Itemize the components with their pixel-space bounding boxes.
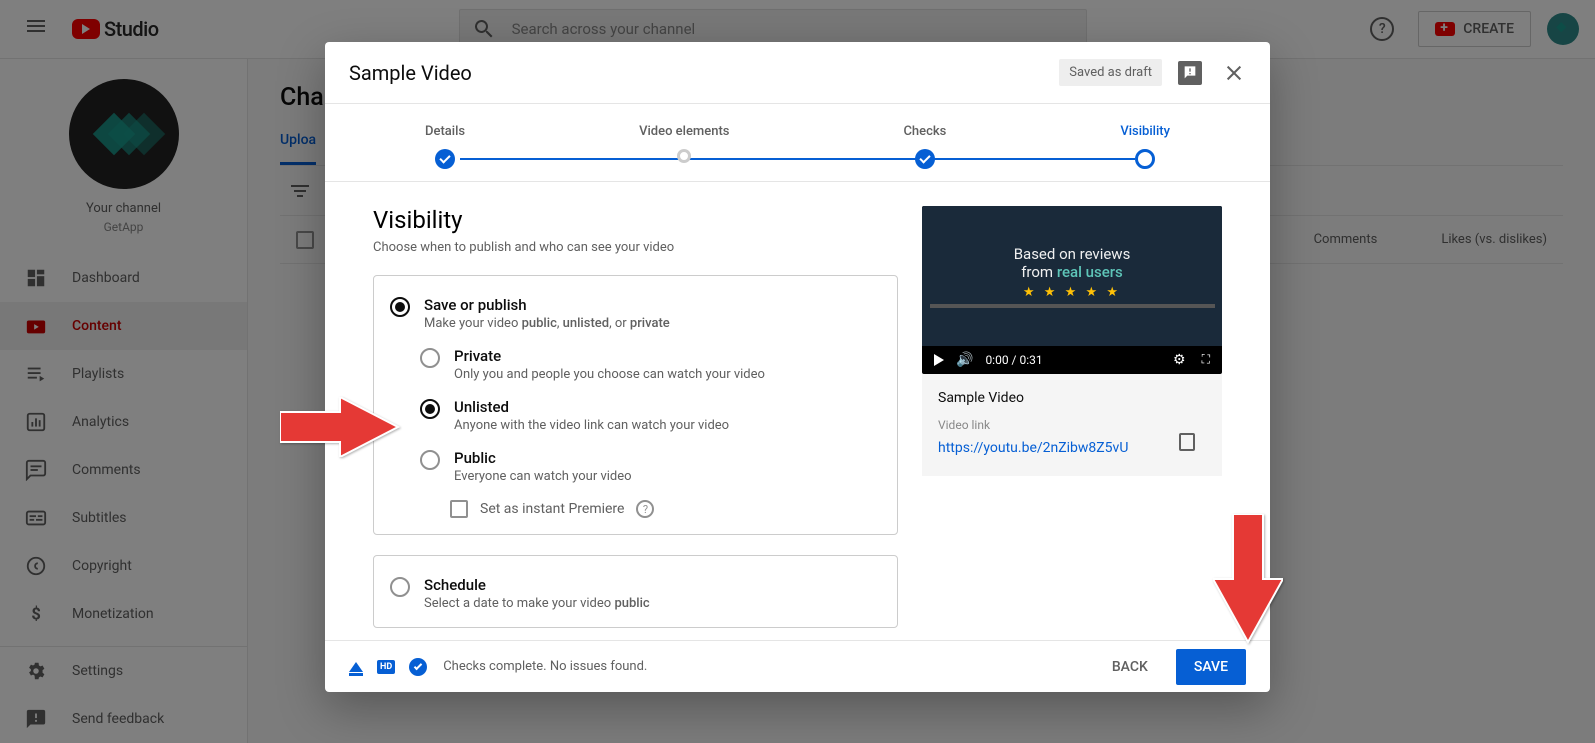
option-label: Private	[454, 347, 765, 365]
option-description: Anyone with the video link can watch you…	[454, 418, 729, 433]
play-icon[interactable]	[934, 354, 944, 366]
radio-icon	[390, 297, 410, 317]
private-option[interactable]: Private Only you and people you choose c…	[420, 347, 881, 382]
thumb-text: from real users	[1021, 263, 1123, 281]
help-icon[interactable]: ?	[636, 500, 654, 518]
gear-icon[interactable]: ⚙	[1173, 352, 1186, 368]
video-link[interactable]: https://youtu.be/2nZibw8Z5vU	[938, 440, 1128, 456]
save-publish-option[interactable]: Save or publish Make your video public, …	[390, 296, 881, 331]
copy-link-button[interactable]	[1182, 436, 1206, 460]
upload-modal: Sample Video Saved as draft Details Vide…	[325, 42, 1270, 692]
feedback-button[interactable]	[1178, 61, 1202, 85]
step-details[interactable]: Details	[425, 124, 465, 169]
step-dot-icon	[677, 149, 691, 163]
option-description: Select a date to make your video public	[424, 596, 650, 611]
draft-status-badge: Saved as draft	[1059, 59, 1162, 86]
option-label: Unlisted	[454, 398, 729, 416]
back-button[interactable]: BACK	[1096, 649, 1164, 685]
time-display: 0:00 / 0:31	[985, 353, 1042, 367]
radio-icon	[390, 577, 410, 597]
step-label: Visibility	[1120, 124, 1170, 139]
video-thumbnail: Based on reviews from real users ★ ★ ★ ★…	[922, 206, 1222, 346]
option-label: Schedule	[424, 576, 650, 594]
close-button[interactable]	[1222, 61, 1246, 85]
upload-status-icons: HD	[349, 658, 427, 676]
schedule-option[interactable]: Schedule Select a date to make your vide…	[390, 576, 881, 611]
video-title: Sample Video	[938, 390, 1206, 406]
step-label: Video elements	[639, 124, 729, 139]
option-description: Make your video public, unlisted, or pri…	[424, 316, 670, 331]
step-checks[interactable]: Checks	[903, 124, 946, 169]
check-icon	[409, 658, 427, 676]
step-active-icon	[1135, 149, 1155, 169]
option-label: Save or publish	[424, 296, 670, 314]
step-visibility[interactable]: Visibility	[1120, 124, 1170, 169]
premiere-label: Set as instant Premiere	[480, 501, 624, 517]
feedback-icon	[1182, 65, 1198, 81]
fullscreen-icon[interactable]: ⛶	[1202, 352, 1210, 368]
stars-icon: ★ ★ ★ ★ ★	[1023, 285, 1121, 300]
visibility-form: Visibility Choose when to publish and wh…	[373, 206, 898, 616]
schedule-card: Schedule Select a date to make your vide…	[373, 555, 898, 628]
stepper: Details Video elements Checks Visibility	[325, 104, 1270, 182]
premiere-option[interactable]: Set as instant Premiere ?	[450, 500, 881, 518]
video-info-panel: Sample Video Video link https://youtu.be…	[922, 374, 1222, 476]
option-description: Only you and people you choose can watch…	[454, 367, 765, 382]
modal-body: Visibility Choose when to publish and wh…	[325, 182, 1270, 640]
radio-icon	[420, 348, 440, 368]
modal-overlay: Sample Video Saved as draft Details Vide…	[0, 0, 1595, 743]
unlisted-option[interactable]: Unlisted Anyone with the video link can …	[420, 398, 881, 433]
option-label: Public	[454, 449, 632, 467]
radio-icon	[420, 450, 440, 470]
checkbox-icon	[450, 500, 468, 518]
video-controls: 🔊 0:00 / 0:31 ⚙ ⛶	[922, 346, 1222, 374]
radio-icon	[420, 399, 440, 419]
visibility-heading: Visibility	[373, 206, 898, 234]
public-option[interactable]: Public Everyone can watch your video	[420, 449, 881, 484]
video-player[interactable]: Based on reviews from real users ★ ★ ★ ★…	[922, 206, 1222, 374]
upload-icon	[349, 662, 363, 672]
video-progress	[930, 304, 1215, 308]
save-publish-card: Save or publish Make your video public, …	[373, 275, 898, 535]
thumb-text: Based on reviews	[1014, 245, 1131, 263]
hd-badge: HD	[377, 660, 395, 674]
visibility-subtitle: Choose when to publish and who can see y…	[373, 240, 898, 255]
annotation-arrow-right	[280, 397, 400, 461]
checks-status: Checks complete. No issues found.	[443, 659, 647, 674]
volume-icon[interactable]: 🔊	[956, 352, 973, 368]
step-check-icon	[915, 149, 935, 169]
modal-header: Sample Video Saved as draft	[325, 42, 1270, 104]
step-video-elements[interactable]: Video elements	[639, 124, 729, 169]
copy-icon	[1182, 436, 1194, 450]
annotation-arrow-down	[1213, 514, 1283, 648]
modal-title: Sample Video	[349, 61, 1059, 85]
option-description: Everyone can watch your video	[454, 469, 632, 484]
link-label: Video link	[938, 418, 1206, 432]
step-label: Details	[425, 124, 465, 139]
video-preview-panel: Based on reviews from real users ★ ★ ★ ★…	[922, 206, 1222, 616]
step-label: Checks	[903, 124, 946, 139]
save-button[interactable]: SAVE	[1176, 649, 1246, 685]
modal-footer: HD Checks complete. No issues found. BAC…	[325, 640, 1270, 692]
step-check-icon	[435, 149, 455, 169]
